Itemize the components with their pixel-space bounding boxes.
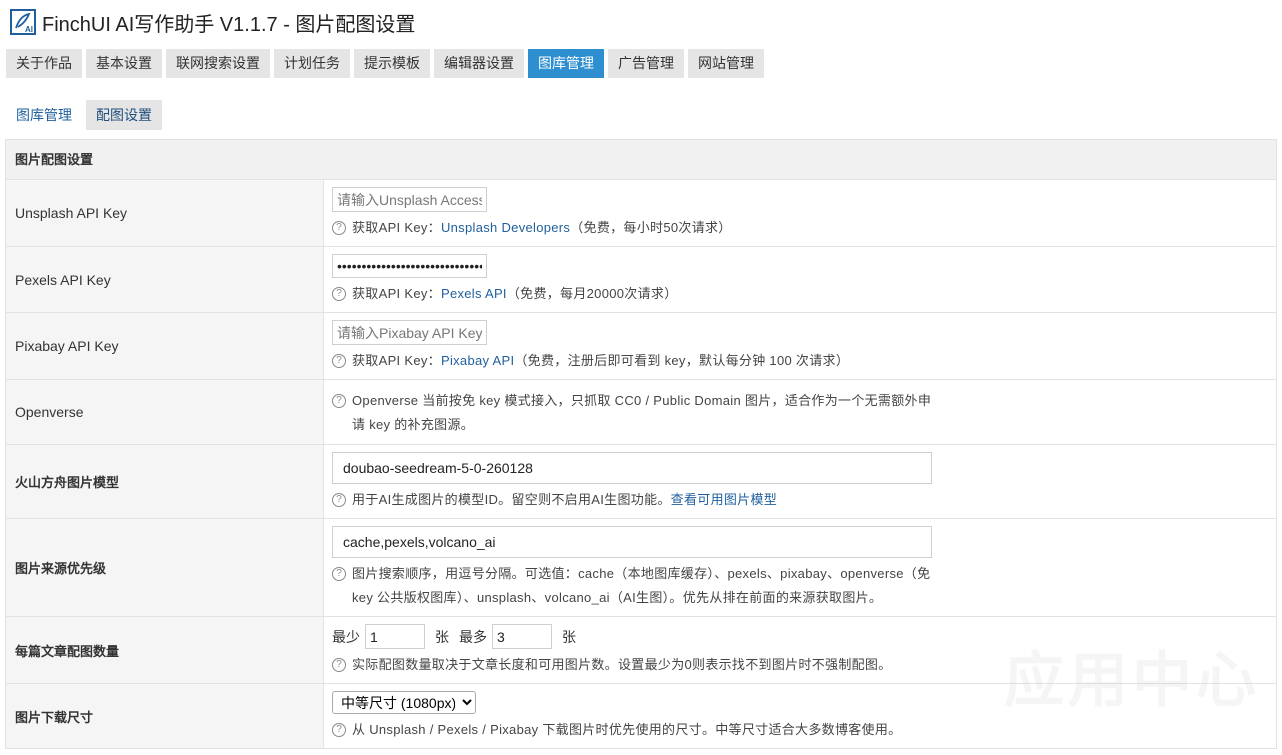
row-unsplash: Unsplash API Key ? 获取API Key：Unsplash De… xyxy=(6,180,1276,247)
hint: ? 获取API Key：Pexels API（免费，每月20000次请求） xyxy=(332,282,932,306)
subtab-gallery-management[interactable]: 图库管理 xyxy=(6,100,82,130)
tab-scheduled-tasks[interactable]: 计划任务 xyxy=(274,49,350,78)
svg-text:AI: AI xyxy=(25,25,33,34)
app-logo-icon: AI xyxy=(10,9,36,35)
help-icon: ? xyxy=(332,287,346,301)
row-label: Openverse xyxy=(6,380,324,444)
hint-text: Openverse 当前按免 key 模式接入，只抓取 CC0 / Public… xyxy=(352,392,932,432)
hint: ? 实际配图数量取决于文章长度和可用图片数。设置最少为0则表示找不到图片时不强制… xyxy=(332,653,932,677)
row-label: 每篇文章配图数量 xyxy=(6,617,324,683)
pexels-api-link[interactable]: Pexels API xyxy=(441,286,507,301)
help-icon: ? xyxy=(332,354,346,368)
tab-about[interactable]: 关于作品 xyxy=(6,49,82,78)
min-count-input[interactable] xyxy=(365,624,425,649)
hint-text: 获取API Key： xyxy=(352,353,441,368)
help-icon: ? xyxy=(332,723,346,737)
tab-basic-settings[interactable]: 基本设置 xyxy=(86,49,162,78)
tab-ad-management[interactable]: 广告管理 xyxy=(608,49,684,78)
row-openverse: Openverse ? Openverse 当前按免 key 模式接入，只抓取 … xyxy=(6,380,1276,445)
hint-text: 实际配图数量取决于文章长度和可用图片数。设置最少为0则表示找不到图片时不强制配图… xyxy=(352,657,892,672)
hint: ? 用于AI生成图片的模型ID。留空则不启用AI生图功能。查看可用图片模型 xyxy=(332,488,932,512)
tab-editor-settings[interactable]: 编辑器设置 xyxy=(434,49,524,78)
hint-text: （免费，注册后即可看到 key，默认每分钟 100 次请求） xyxy=(514,353,850,368)
help-icon: ? xyxy=(332,658,346,672)
hint: ? 获取API Key：Pixabay API（免费，注册后即可看到 key，默… xyxy=(332,349,932,373)
source-priority-input[interactable] xyxy=(332,526,932,558)
tab-prompt-templates[interactable]: 提示模板 xyxy=(354,49,430,78)
pixabay-api-link[interactable]: Pixabay API xyxy=(441,353,514,368)
row-label: 图片下载尺寸 xyxy=(6,684,324,748)
help-icon: ? xyxy=(332,221,346,235)
unit-label: 张 xyxy=(435,628,449,645)
view-image-models-link[interactable]: 查看可用图片模型 xyxy=(671,492,777,507)
row-pexels: Pexels API Key ? 获取API Key：Pexels API（免费… xyxy=(6,247,1276,313)
row-source-priority: 图片来源优先级 ? 图片搜索顺序，用逗号分隔。可选值：cache（本地图库缓存）… xyxy=(6,519,1276,617)
row-pixabay: Pixabay API Key ? 获取API Key：Pixabay API（… xyxy=(6,313,1276,380)
subtab-image-settings[interactable]: 配图设置 xyxy=(86,100,162,130)
help-icon: ? xyxy=(332,567,346,581)
help-icon: ? xyxy=(332,393,346,408)
hint-text: 获取API Key： xyxy=(352,286,441,301)
sub-tab-bar: 图库管理 配图设置 xyxy=(6,100,166,130)
max-label: 最多 xyxy=(459,628,487,645)
row-label: 图片来源优先级 xyxy=(6,519,324,616)
hint-text: 获取API Key： xyxy=(352,220,441,235)
download-size-select[interactable]: 中等尺寸 (1080px) xyxy=(332,691,476,714)
tab-site-management[interactable]: 网站管理 xyxy=(688,49,764,78)
row-label: 火山方舟图片模型 xyxy=(6,445,324,518)
pexels-key-input[interactable] xyxy=(332,254,487,278)
hint-text: （免费，每小时50次请求） xyxy=(570,220,732,235)
hint: ? Openverse 当前按免 key 模式接入，只抓取 CC0 / Publ… xyxy=(332,389,932,437)
help-icon: ? xyxy=(332,493,346,507)
unit-label: 张 xyxy=(562,628,576,645)
hint: ? 从 Unsplash / Pexels / Pixabay 下载图片时优先使… xyxy=(332,718,932,742)
min-label: 最少 xyxy=(332,628,360,645)
hint-text: （免费，每月20000次请求） xyxy=(506,286,678,301)
hint-text: 从 Unsplash / Pexels / Pixabay 下载图片时优先使用的… xyxy=(352,722,902,737)
hint-text: 用于AI生成图片的模型ID。留空则不启用AI生图功能。 xyxy=(352,492,671,507)
hint: ? 获取API Key：Unsplash Developers（免费，每小时50… xyxy=(332,216,932,240)
unsplash-key-input[interactable] xyxy=(332,187,487,212)
tab-gallery-management[interactable]: 图库管理 xyxy=(528,49,604,78)
row-label: Pixabay API Key xyxy=(6,313,324,379)
tab-web-search-settings[interactable]: 联网搜索设置 xyxy=(166,49,270,78)
hint: ? 图片搜索顺序，用逗号分隔。可选值：cache（本地图库缓存）、pexels、… xyxy=(332,562,932,610)
pixabay-key-input[interactable] xyxy=(332,320,487,345)
row-volcano-model: 火山方舟图片模型 ? 用于AI生成图片的模型ID。留空则不启用AI生图功能。查看… xyxy=(6,445,1276,519)
max-count-input[interactable] xyxy=(492,624,552,649)
hint-text: 图片搜索顺序，用逗号分隔。可选值：cache（本地图库缓存）、pexels、pi… xyxy=(352,566,931,605)
row-label: Unsplash API Key xyxy=(6,180,324,246)
unsplash-developers-link[interactable]: Unsplash Developers xyxy=(441,220,570,235)
app-title: FinchUI AI写作助手 V1.1.7 - 图片配图设置 xyxy=(42,13,416,36)
watermark: 应用中心 xyxy=(1004,647,1260,714)
section-title: 图片配图设置 xyxy=(6,140,1276,180)
row-label: Pexels API Key xyxy=(6,247,324,312)
volcano-model-input[interactable] xyxy=(332,452,932,484)
main-tab-bar: 关于作品 基本设置 联网搜索设置 计划任务 提示模板 编辑器设置 图库管理 广告… xyxy=(6,49,768,78)
app-header: AI FinchUI AI写作助手 V1.1.7 - 图片配图设置 xyxy=(10,8,415,36)
